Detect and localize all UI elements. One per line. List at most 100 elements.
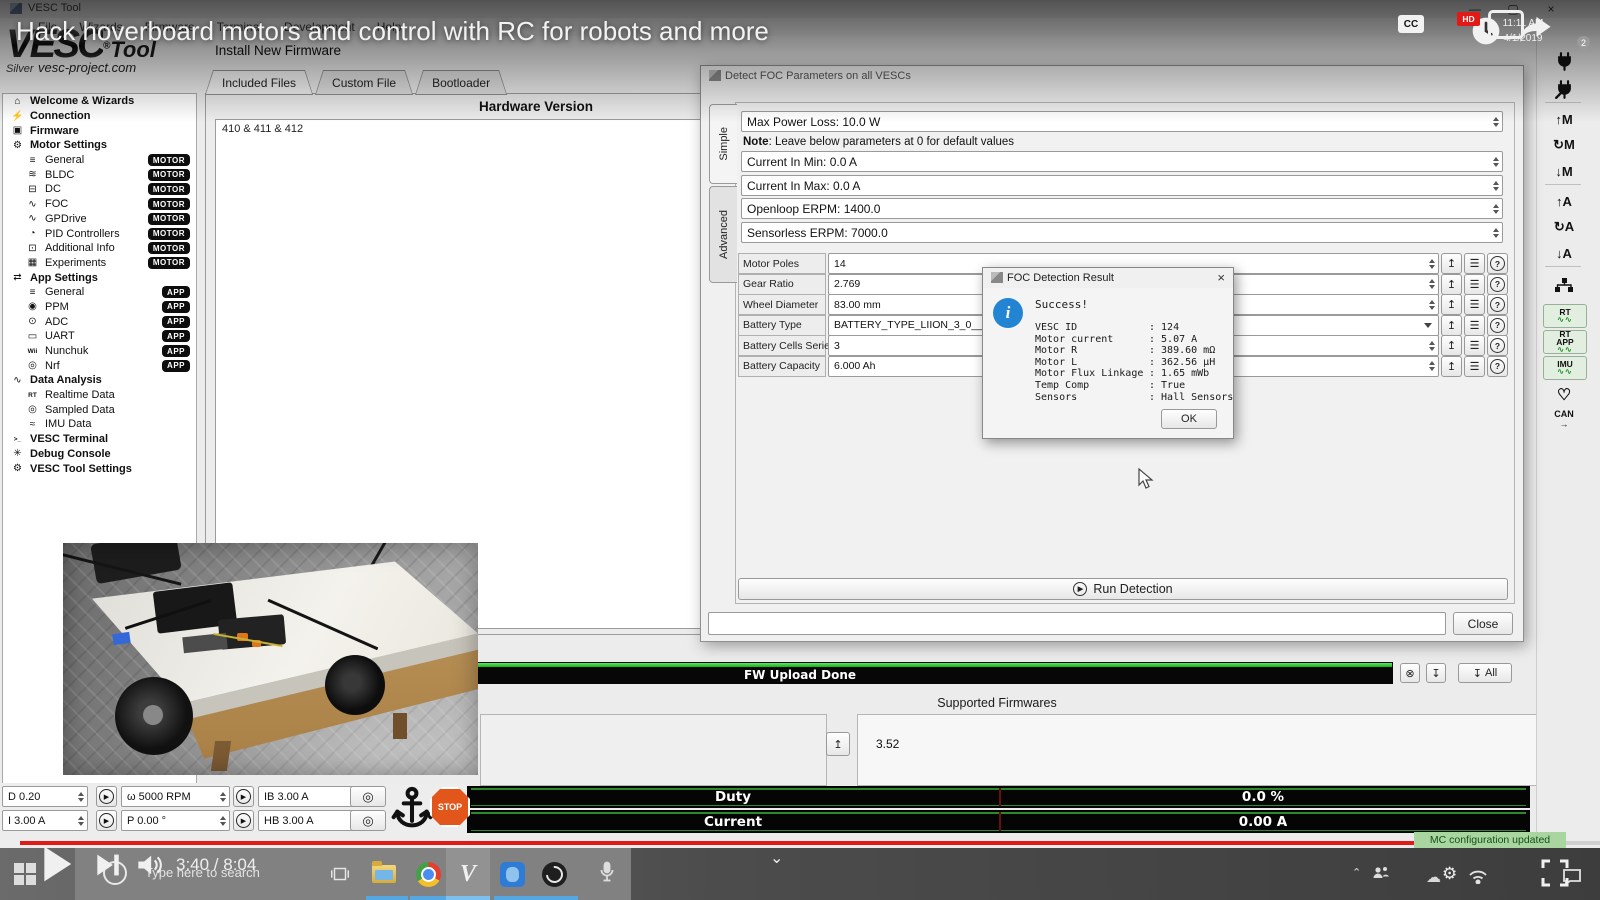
collapse-chevron-icon[interactable]: ⌄ [770,848,783,868]
wifi-icon[interactable] [1468,870,1488,889]
run-d-0-20-button[interactable]: ▶ [96,786,117,807]
download-firmware-button[interactable]: ↧ [1426,663,1446,683]
sidebar-item-dc[interactable]: ⊟DCMOTOR [3,182,196,197]
sidebar-item-general[interactable]: ≡GeneralAPP [3,285,196,300]
control-field-hb-3-00-a[interactable]: HB 3.00 A [258,810,362,831]
pairing-heart-icon[interactable]: ♡ [1543,384,1585,406]
help-param-button[interactable]: ? [1487,253,1508,274]
sidebar-item-data-analysis[interactable]: ∿Data Analysis [3,373,196,388]
blue-app-icon[interactable] [494,856,530,892]
disconnect-icon[interactable] [1543,78,1585,100]
spinner[interactable] [1490,157,1502,167]
sidebar-item-imu-data[interactable]: ≈IMU Data [3,417,196,432]
sidebar-item-sampled-data[interactable]: ◎Sampled Data [3,402,196,417]
sidebar-item-nrf[interactable]: ◎NrfAPP [3,358,196,373]
spinner[interactable] [1426,361,1438,371]
upload-param-button[interactable]: ↥ [1441,356,1462,377]
run-5000-rpm-button[interactable]: ▶ [233,786,254,807]
tab-included-files[interactable]: Included Files [205,70,313,95]
read-motor-config-icon[interactable]: ↑M [1543,108,1585,130]
spinner[interactable] [1426,341,1438,351]
help-param-button[interactable]: ? [1487,294,1508,315]
next-button[interactable] [96,852,122,883]
start-button[interactable] [14,863,36,885]
sidebar-item-connection[interactable]: ⚡Connection [3,109,196,124]
spinner[interactable] [1490,228,1502,238]
can-forward-button[interactable]: CAN→ [1543,408,1585,430]
sidebar-item-motor-settings[interactable]: ⚙Motor Settings [3,138,196,153]
connect-icon[interactable] [1543,50,1585,72]
anchor-brake-icon[interactable] [390,785,434,836]
sidebar-item-pid-controllers[interactable]: ◔PID ControllersMOTOR [3,226,196,241]
reload-motor-config-icon[interactable]: ↻M [1543,134,1585,156]
ok-button[interactable]: OK [1161,409,1217,429]
captions-button[interactable]: CC [1398,15,1424,33]
volume-icon[interactable] [136,852,164,883]
spinner[interactable] [75,816,87,826]
onedrive-cloud-icon[interactable]: ☁ [1426,868,1441,886]
cast-button[interactable] [1488,10,1524,39]
sidebar-item-nunchuk[interactable]: WiiNunchukAPP [3,344,196,359]
sidebar-item-bldc[interactable]: ≋BLDCMOTOR [3,167,196,182]
spinner[interactable] [1426,259,1438,269]
spinner[interactable] [1490,117,1502,127]
mic-icon[interactable] [599,861,615,890]
vesc-tool-icon[interactable]: V [450,856,486,892]
stop-button[interactable]: STOP [430,787,470,827]
video-progress-played[interactable] [20,841,1434,845]
sidebar-item-vesc-terminal[interactable]: >_VESC Terminal [3,432,196,447]
control-field-ib-3-00-a[interactable]: IB 3.00 A [258,786,362,807]
tab-advanced[interactable]: Advanced [709,186,737,283]
help-param-button[interactable]: ? [1487,356,1508,377]
spinner[interactable] [217,816,229,826]
rt-data-button[interactable]: RT∿∿ [1543,304,1587,328]
task-view-icon[interactable] [322,856,358,892]
sidebar-item-gpdrive[interactable]: ∿GPDriveMOTOR [3,212,196,227]
sidebar-item-uart[interactable]: ▭UARTAPP [3,329,196,344]
spinner[interactable] [1490,181,1502,191]
control-field-i-3-00-a[interactable]: I 3.00 A [2,810,88,831]
chrome-icon[interactable] [410,856,446,892]
imu-button[interactable]: IMU∿∿ [1543,356,1587,380]
coil-button[interactable]: ◎ [350,786,386,807]
default-param-button[interactable]: ☰ [1464,315,1485,336]
obs-icon[interactable] [536,856,572,892]
rt-app-button[interactable]: RTAPP∿∿ [1543,330,1587,354]
spinner[interactable] [1426,300,1438,310]
spinner[interactable] [1490,204,1502,214]
upload-custom-firmware-button[interactable]: ↥ [826,732,850,756]
sidebar-item-welcome-wizards[interactable]: ⌂Welcome & Wizards [3,94,196,109]
default-param-button[interactable]: ☰ [1464,274,1485,295]
sidebar-item-general[interactable]: ≡GeneralMOTOR [3,153,196,168]
upload-param-button[interactable]: ↥ [1441,335,1462,356]
tab-simple[interactable]: Simple [709,104,737,184]
control-field-d-0-20[interactable]: D 0.20 [2,786,88,807]
field-current-in-max[interactable]: Current In Max: 0.0 A [741,175,1503,196]
fullscreen-button[interactable] [1540,858,1570,893]
tab-custom-file[interactable]: Custom File [315,70,413,95]
sidebar-item-ppm[interactable]: ◉PPMAPP [3,300,196,315]
file-explorer-icon[interactable] [366,856,402,892]
tab-bootloader[interactable]: Bootloader [415,70,507,95]
field-current-in-min[interactable]: Current In Min: 0.0 A [741,151,1503,172]
sidebar-item-foc[interactable]: ∿FOCMOTOR [3,197,196,212]
write-app-config-icon[interactable]: ↓A [1543,242,1585,264]
hd-quality-badge[interactable]: HD [1457,12,1480,26]
upload-param-button[interactable]: ↥ [1441,253,1462,274]
supported-firmware-item[interactable]: 3.52 [858,715,1537,751]
close-window-button[interactable]: × [1538,2,1564,16]
settings-gear-icon[interactable]: ⚙ [1442,864,1457,884]
coil-button[interactable]: ◎ [350,810,386,831]
run-i-3-00-a-button[interactable]: ▶ [96,810,117,831]
field-max-power-loss[interactable]: Max Power Loss: 10.0 W [741,111,1503,132]
default-param-button[interactable]: ☰ [1464,356,1485,377]
write-motor-config-icon[interactable]: ↓M [1543,160,1585,182]
video-title[interactable]: Hack hoverboard motors and control with … [16,16,769,47]
sidebar-item-additional-info[interactable]: ⊡Additional InfoMOTOR [3,241,196,256]
help-param-button[interactable]: ? [1487,274,1508,295]
help-param-button[interactable]: ? [1487,315,1508,336]
spinner[interactable] [1426,279,1438,289]
field-sensorless-erpm[interactable]: Sensorless ERPM: 7000.0 [741,222,1503,243]
sidebar-item-app-settings[interactable]: ⇄App Settings [3,270,196,285]
can-scan-icon[interactable] [1543,274,1585,296]
